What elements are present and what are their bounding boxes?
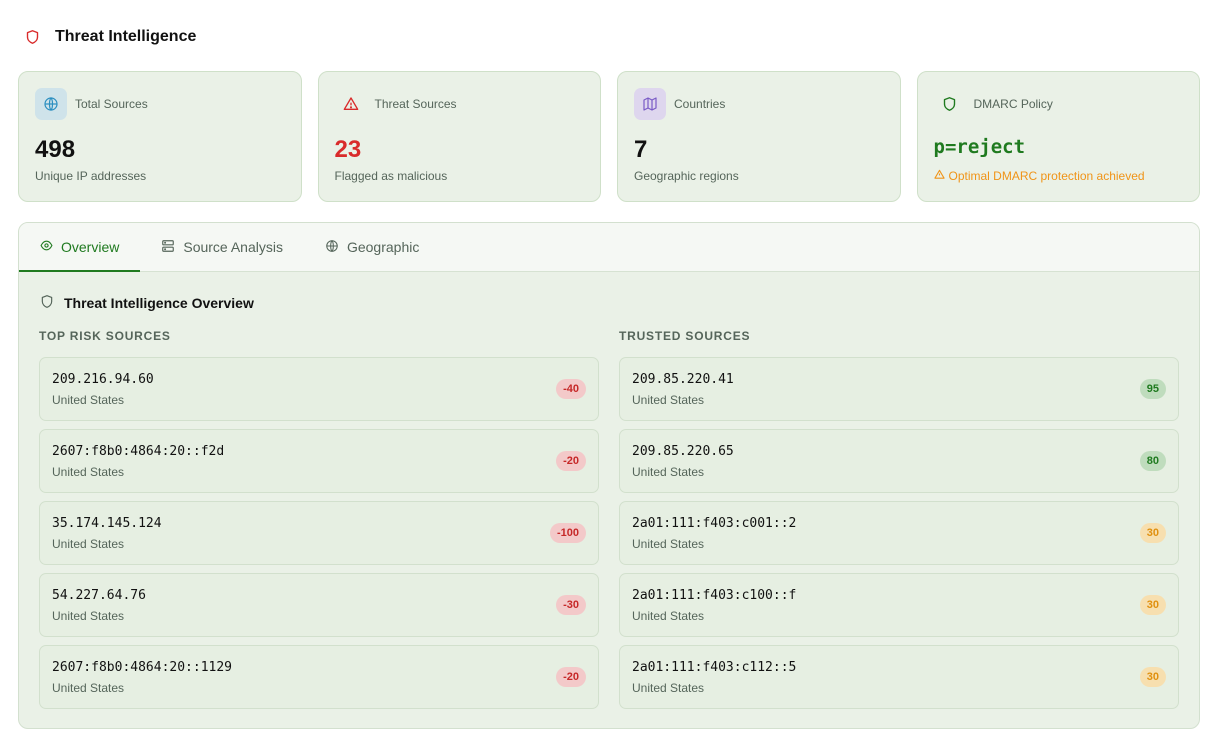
trusted-sources: TRUSTED SOURCES 209.85.220.41 United Sta… (619, 329, 1179, 717)
score-badge: 30 (1139, 667, 1166, 687)
source-country: United States (52, 609, 125, 623)
card-label: Threat Sources (374, 97, 457, 111)
score-badge: -40 (556, 379, 586, 399)
list-item[interactable]: 35.174.145.124 United States -100 (39, 501, 599, 565)
shield-icon (24, 29, 40, 45)
list-item[interactable]: 2607:f8b0:4864:20::1129 United States -2… (39, 645, 599, 709)
card-value: 23 (334, 136, 362, 163)
card-label: Total Sources (75, 97, 148, 111)
list-item[interactable]: 2a01:111:f403:c001::2 United States 30 (619, 501, 1179, 565)
dmarc-policy-card: DMARC Policy p=reject Optimal DMARC prot… (916, 71, 1200, 202)
card-label: Countries (674, 97, 726, 111)
source-country: United States (632, 537, 705, 551)
source-country: United States (52, 465, 125, 479)
card-value: 498 (35, 136, 76, 163)
score-badge: -30 (556, 595, 586, 615)
list-item[interactable]: 209.216.94.60 United States -40 (39, 357, 599, 421)
source-country: United States (52, 681, 125, 695)
card-value: p=reject (933, 136, 1026, 158)
threat-sources-card: Threat Sources 23 Flagged as malicious (317, 71, 601, 202)
eye-icon (40, 239, 53, 255)
list-item[interactable]: 2a01:111:f403:c112::5 United States 30 (619, 645, 1179, 709)
card-value: 7 (634, 136, 648, 163)
total-sources-card: Total Sources 498 Unique IP addresses (18, 71, 302, 202)
source-ip: 2a01:111:f403:c100::f (632, 588, 797, 603)
dmarc-status-text: Optimal DMARC protection achieved (948, 169, 1145, 183)
threat-panel: Overview Source Analysis Geographic Thre… (18, 222, 1200, 729)
page-title: Threat Intelligence (55, 28, 197, 45)
source-ip: 209.85.220.41 (632, 372, 734, 387)
card-label: DMARC Policy (973, 97, 1053, 111)
source-country: United States (632, 393, 705, 407)
tab-overview[interactable]: Overview (19, 223, 141, 272)
overview-title-text: Threat Intelligence Overview (64, 295, 254, 311)
score-badge: -100 (549, 523, 586, 543)
source-country: United States (632, 609, 705, 623)
source-ip: 54.227.64.76 (52, 588, 146, 603)
tab-label: Geographic (346, 239, 420, 255)
score-badge: -20 (556, 667, 586, 687)
source-country: United States (52, 537, 125, 551)
tab-source-analysis[interactable]: Source Analysis (140, 223, 304, 271)
source-ip: 2607:f8b0:4864:20::1129 (52, 660, 233, 675)
source-ip: 2a01:111:f403:c112::5 (632, 660, 797, 675)
source-ip: 2a01:111:f403:c001::2 (632, 516, 797, 531)
tab-label: Source Analysis (183, 239, 283, 255)
shield-icon (40, 294, 54, 312)
source-country: United States (52, 393, 125, 407)
alert-triangle-icon (335, 88, 367, 120)
source-ip: 209.85.220.65 (632, 444, 734, 459)
stat-cards: Total Sources 498 Unique IP addresses Th… (18, 71, 1200, 202)
list-item[interactable]: 2607:f8b0:4864:20::f2d United States -20 (39, 429, 599, 493)
score-badge: 30 (1139, 523, 1166, 543)
server-icon (161, 239, 175, 256)
top-risk-sources: TOP RISK SOURCES 209.216.94.60 United St… (39, 329, 599, 717)
globe-icon (35, 88, 67, 120)
source-ip: 209.216.94.60 (52, 372, 154, 387)
risk-sources-heading: TOP RISK SOURCES (39, 329, 171, 343)
trusted-sources-heading: TRUSTED SOURCES (619, 329, 751, 343)
score-badge: 30 (1139, 595, 1166, 615)
score-badge: -20 (556, 451, 586, 471)
source-country: United States (632, 681, 705, 695)
warning-icon (933, 169, 945, 183)
list-item[interactable]: 54.227.64.76 United States -30 (39, 573, 599, 637)
card-subtitle: Optimal DMARC protection achieved (933, 169, 1145, 183)
page-header: Threat Intelligence (24, 27, 196, 47)
list-item[interactable]: 209.85.220.65 United States 80 (619, 429, 1179, 493)
tab-geographic[interactable]: Geographic (304, 223, 440, 271)
source-ip: 35.174.145.124 (52, 516, 162, 531)
overview-title: Threat Intelligence Overview (40, 294, 254, 312)
shield-icon (934, 88, 966, 120)
tab-label: Overview (61, 239, 120, 255)
score-badge: 95 (1139, 379, 1166, 399)
card-subtitle: Geographic regions (634, 169, 739, 183)
tab-bar: Overview Source Analysis Geographic (19, 223, 1199, 272)
card-subtitle: Flagged as malicious (334, 169, 448, 183)
source-country: United States (632, 465, 705, 479)
list-item[interactable]: 209.85.220.41 United States 95 (619, 357, 1179, 421)
map-icon (634, 88, 666, 120)
globe-icon (325, 239, 339, 256)
source-ip: 2607:f8b0:4864:20::f2d (52, 444, 225, 459)
card-subtitle: Unique IP addresses (35, 169, 147, 183)
score-badge: 80 (1139, 451, 1166, 471)
countries-card: Countries 7 Geographic regions (617, 71, 901, 202)
list-item[interactable]: 2a01:111:f403:c100::f United States 30 (619, 573, 1179, 637)
